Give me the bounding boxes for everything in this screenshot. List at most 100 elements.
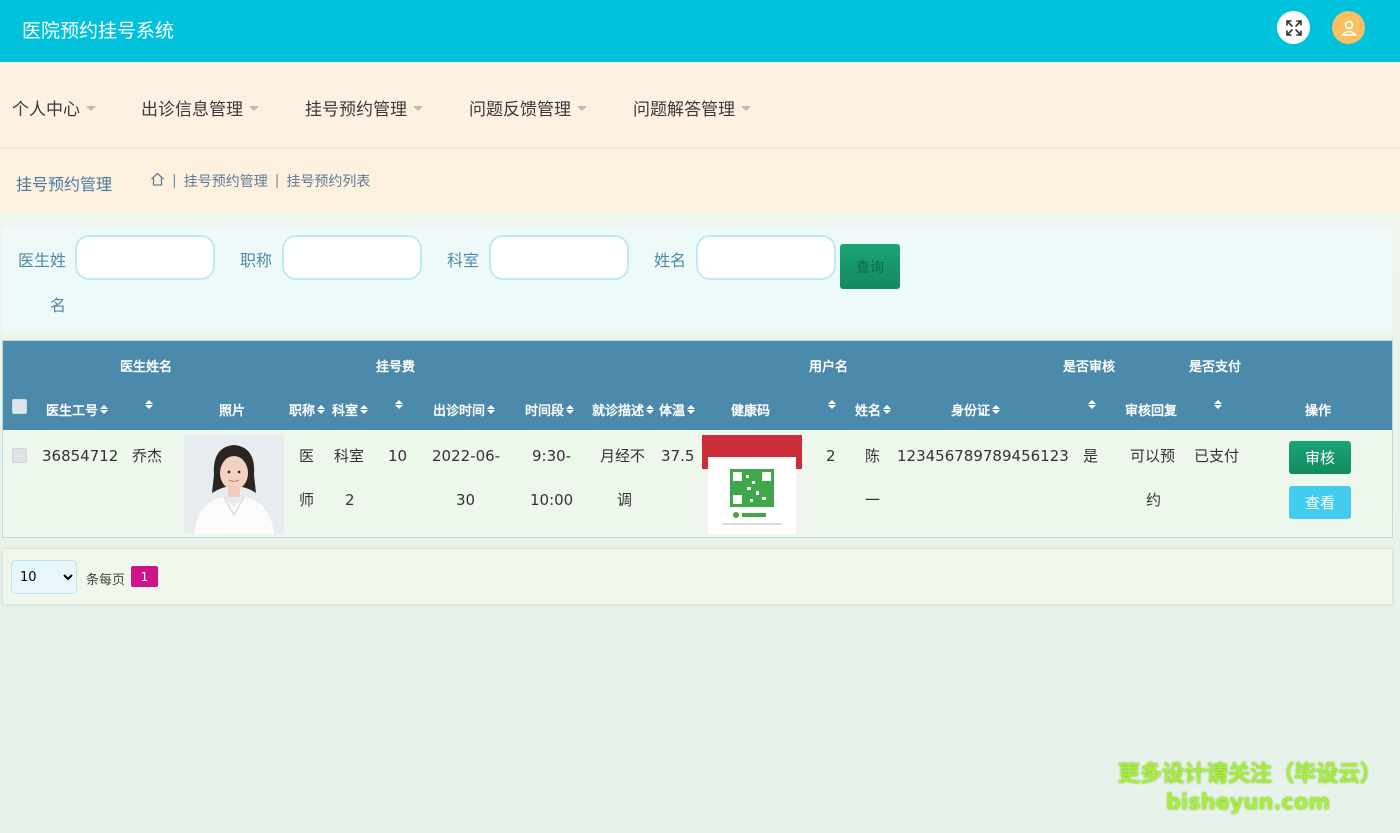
chevron-down-icon xyxy=(577,106,587,111)
sort-icon xyxy=(992,405,1001,414)
col-id-card[interactable]: 身份证 xyxy=(951,400,1001,419)
col-doctor-id[interactable]: 医生工号 xyxy=(46,400,109,419)
audit-button[interactable]: 审核 xyxy=(1289,441,1351,474)
col-group-audited: 是否审核 xyxy=(1063,360,1116,375)
col-temperature[interactable]: 体温 xyxy=(659,400,696,419)
col-group-fee: 挂号费 xyxy=(376,360,416,375)
watermark-line2: bisheyun.com xyxy=(1165,790,1331,814)
col-group-username: 用户名 xyxy=(809,360,849,375)
cell-fee: 10 xyxy=(388,447,408,465)
sort-icon xyxy=(145,400,153,409)
col-label: 医生工号 xyxy=(46,404,99,419)
col-patient-name[interactable]: 姓名 xyxy=(855,400,892,419)
col-label: 就诊描述 xyxy=(592,404,645,419)
cell-doctor-id: 36854712 xyxy=(42,447,119,465)
cell-reply-line1: 可以预 xyxy=(1130,447,1176,465)
search-label-doctor-name-2: 名 xyxy=(50,296,67,315)
col-doctor-name-sort[interactable] xyxy=(143,400,153,409)
row-checkbox[interactable] xyxy=(12,448,27,463)
col-paid-sort[interactable] xyxy=(1212,400,1222,409)
cell-dept-line2: 2 xyxy=(345,491,355,509)
search-label-dept: 科室 xyxy=(447,251,480,270)
menu-item-profile[interactable]: 个人中心 xyxy=(12,95,96,120)
breadcrumb-separator: | xyxy=(274,173,280,189)
cell-dept-line1: 科室 xyxy=(334,447,365,465)
appointment-table: 医生姓名 挂号费 用户名 是否审核 是否支付 医生工号 照片 职称 科室 出诊时… xyxy=(2,340,1393,538)
col-label: 身份证 xyxy=(951,404,991,419)
col-description[interactable]: 就诊描述 xyxy=(592,400,655,419)
sort-icon xyxy=(487,405,496,414)
menu-item-label: 挂号预约管理 xyxy=(305,100,407,120)
sort-icon xyxy=(317,405,326,414)
sort-icon xyxy=(566,405,575,414)
user-avatar-icon[interactable] xyxy=(1332,11,1365,44)
doctor-name-input[interactable] xyxy=(75,235,215,280)
breadcrumb-separator: | xyxy=(172,173,177,189)
breadcrumb-item: 挂号预约列表 xyxy=(286,174,371,190)
col-label: 姓名 xyxy=(855,404,882,419)
breadcrumb: | 挂号预约管理 | 挂号预约列表 xyxy=(150,171,370,191)
main-menu: 个人中心 出诊信息管理 挂号预约管理 问题反馈管理 问题解答管理 xyxy=(0,62,1400,148)
col-audit-reply: 审核回复 xyxy=(1125,404,1178,419)
menu-item-label: 问题反馈管理 xyxy=(469,100,571,120)
menu-item-label: 出诊信息管理 xyxy=(141,100,243,120)
col-visit-date[interactable]: 出诊时间 xyxy=(433,400,496,419)
page-number-current[interactable]: 1 xyxy=(131,566,158,587)
home-icon[interactable] xyxy=(150,172,165,190)
cell-title-line1: 医 xyxy=(299,447,315,465)
cell-period-line1: 9:30- xyxy=(532,447,572,465)
cell-desc-line1: 月经不 xyxy=(600,447,646,465)
chevron-down-icon xyxy=(413,106,423,111)
col-period[interactable]: 时间段 xyxy=(525,400,575,419)
search-button[interactable]: 查询 xyxy=(840,244,900,289)
col-fee-sort[interactable] xyxy=(393,400,403,409)
chevron-down-icon xyxy=(249,106,259,111)
col-audited-sort[interactable] xyxy=(1086,400,1096,409)
fullscreen-icon[interactable] xyxy=(1277,11,1310,44)
sort-icon xyxy=(360,405,369,414)
pagination: 10 条每页 1 xyxy=(2,548,1393,605)
sort-icon xyxy=(828,400,836,409)
watermark: 更多设计请关注（毕设云） bisheyun.com xyxy=(1118,756,1383,814)
breadcrumb-item[interactable]: 挂号预约管理 xyxy=(184,171,268,191)
col-actions: 操作 xyxy=(1305,404,1332,419)
app-title: 医院预约挂号系统 xyxy=(22,20,175,42)
col-title[interactable]: 职称 xyxy=(289,400,326,419)
search-label-title: 职称 xyxy=(240,251,273,270)
cell-doctor-name: 乔杰 xyxy=(132,447,163,465)
view-button[interactable]: 查看 xyxy=(1289,486,1351,519)
cell-desc-line2: 调 xyxy=(617,491,633,509)
col-label: 职称 xyxy=(289,404,316,419)
cell-patient-name-line1: 陈 xyxy=(865,447,881,465)
page-title: 挂号预约管理 xyxy=(16,175,113,194)
cell-paid: 已支付 xyxy=(1194,447,1240,465)
search-label-doctor-name-1: 医生姓 xyxy=(18,251,67,270)
watermark-line1: 更多设计请关注（毕设云） xyxy=(1118,762,1383,787)
col-username-sort[interactable] xyxy=(826,400,836,409)
menu-item-label: 问题解答管理 xyxy=(633,100,735,120)
title-input[interactable] xyxy=(282,235,422,280)
search-panel: 医生姓 名 职称 科室 姓名 查询 xyxy=(2,226,1392,332)
menu-item-feedback[interactable]: 问题反馈管理 xyxy=(469,95,587,120)
menu-item-answers[interactable]: 问题解答管理 xyxy=(633,95,751,120)
col-health-code: 健康码 xyxy=(731,404,771,419)
cell-title-line2: 师 xyxy=(299,491,315,509)
name-input[interactable] xyxy=(696,235,836,280)
col-group-paid: 是否支付 xyxy=(1189,360,1242,375)
menu-item-label: 个人中心 xyxy=(12,100,80,120)
per-page-label: 条每页 xyxy=(86,573,126,588)
menu-item-appointment[interactable]: 挂号预约管理 xyxy=(305,95,423,120)
chevron-down-icon xyxy=(86,106,96,111)
menu-item-schedule[interactable]: 出诊信息管理 xyxy=(141,95,259,120)
sort-icon xyxy=(1214,400,1222,409)
col-label: 体温 xyxy=(659,404,686,419)
col-dept[interactable]: 科室 xyxy=(332,400,369,419)
page-size-select[interactable]: 10 xyxy=(11,560,77,594)
col-label: 时间段 xyxy=(525,404,565,419)
dept-input[interactable] xyxy=(489,235,629,280)
cell-username: 2 xyxy=(826,447,836,465)
col-label: 出诊时间 xyxy=(433,404,486,419)
cell-id-card: 123456789789456123 xyxy=(897,447,1069,465)
select-all-checkbox[interactable] xyxy=(12,399,27,414)
col-label: 科室 xyxy=(332,404,359,419)
